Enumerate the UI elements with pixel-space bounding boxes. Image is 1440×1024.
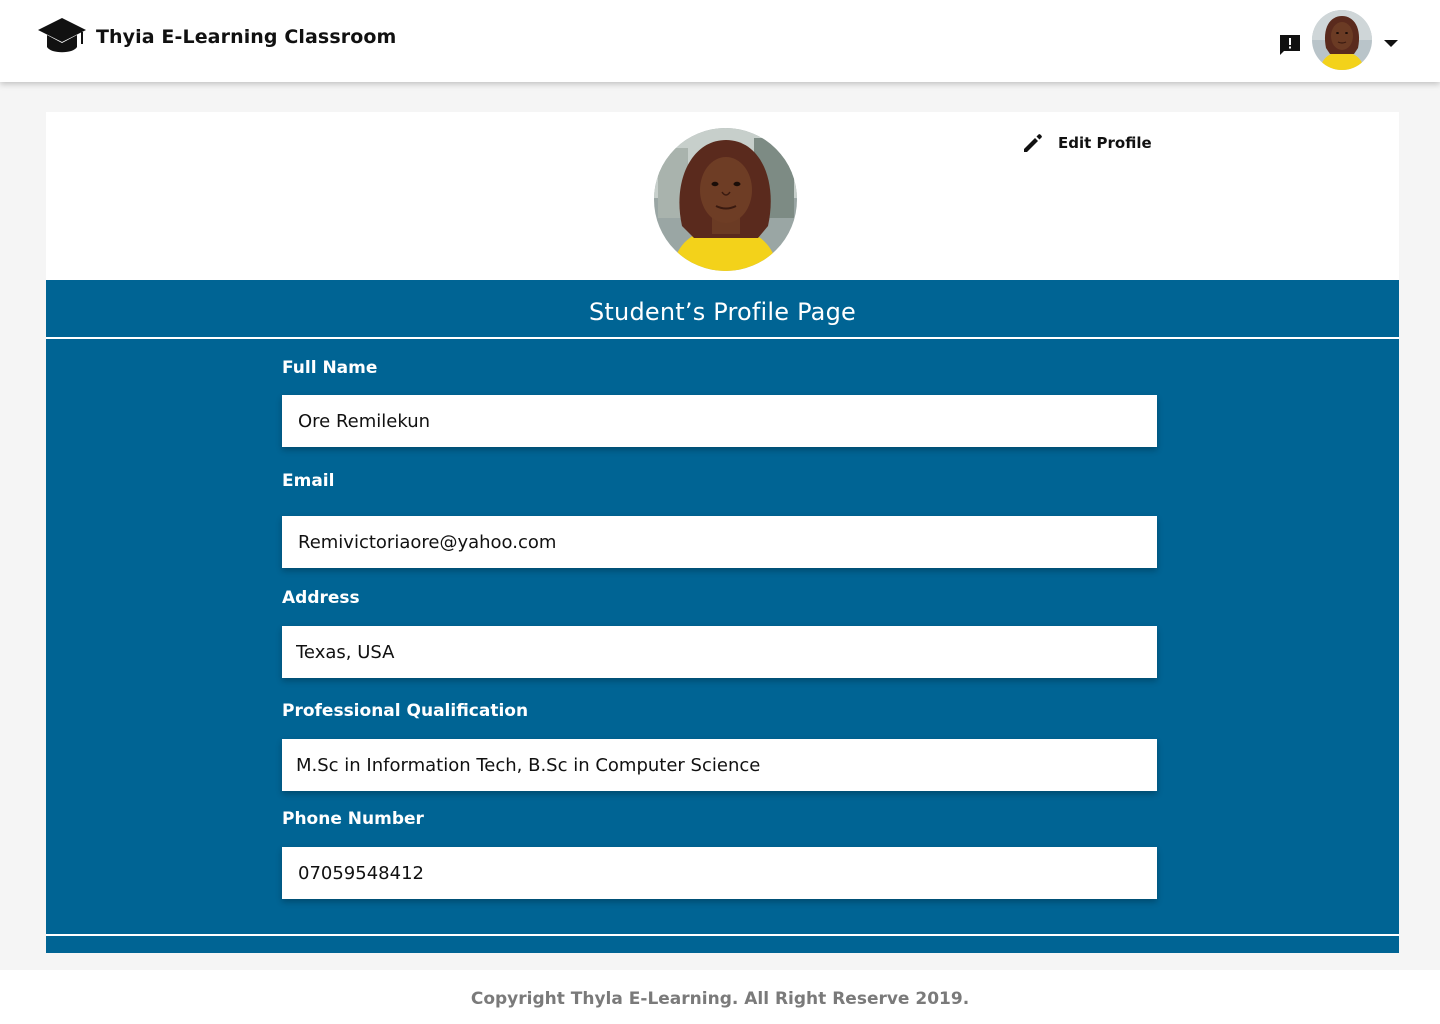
top-navbar: Thyia E-Learning Classroom (0, 0, 1440, 82)
title-divider (46, 337, 1399, 339)
bottom-divider (46, 934, 1399, 936)
footer: Copyright Thyla E-Learning. All Right Re… (0, 970, 1440, 1024)
copyright-text: Copyright Thyla E-Learning. All Right Re… (470, 989, 970, 1009)
email-field[interactable] (282, 516, 1157, 568)
pencil-icon (1024, 134, 1042, 152)
profile-photo-image (654, 128, 797, 271)
email-label: Email (282, 471, 335, 491)
brand[interactable]: Thyia E-Learning Classroom (36, 16, 396, 58)
avatar-photo (1312, 10, 1372, 70)
full-name-label: Full Name (282, 358, 378, 378)
address-field[interactable] (282, 626, 1157, 678)
edit-profile-button[interactable]: Edit Profile (1018, 128, 1154, 158)
profile-card-header: Edit Profile (46, 112, 1399, 280)
user-avatar[interactable] (1312, 10, 1372, 70)
graduation-cap-icon (38, 18, 86, 53)
caret-down-icon[interactable] (1380, 32, 1402, 54)
address-label: Address (282, 588, 360, 608)
feedback-icon[interactable] (1278, 33, 1302, 57)
phone-field[interactable] (282, 847, 1157, 899)
profile-photo (654, 128, 797, 271)
full-name-field[interactable] (282, 395, 1157, 447)
qualification-label: Professional Qualification (282, 701, 529, 721)
profile-form-panel: Student’s Profile Page Full Name Email A… (46, 280, 1399, 953)
page-title: Student’s Profile Page (589, 298, 856, 326)
edit-profile-label: Edit Profile (1058, 134, 1152, 152)
app-title: Thyia E-Learning Classroom (96, 26, 397, 48)
qualification-field[interactable] (282, 739, 1157, 791)
phone-label: Phone Number (282, 809, 424, 829)
